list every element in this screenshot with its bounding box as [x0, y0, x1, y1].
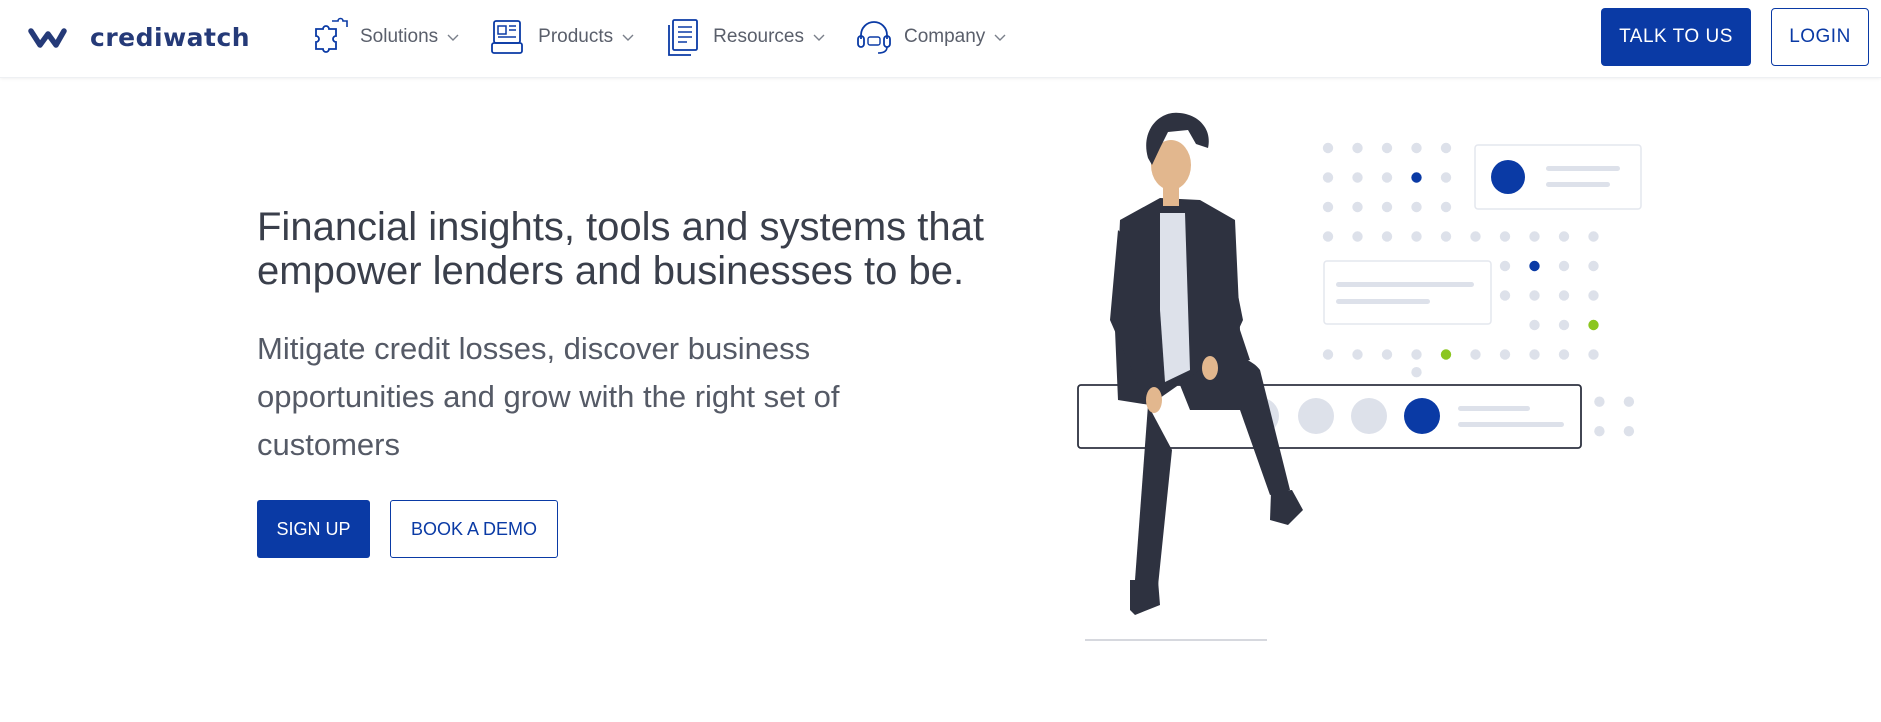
hero-illustration	[1077, 112, 1642, 641]
grid-dot	[1381, 172, 1393, 183]
grid-dot	[1322, 142, 1334, 154]
grid-dot	[1411, 231, 1422, 242]
headset-icon	[857, 21, 891, 54]
grid-dot	[1411, 142, 1422, 154]
nav-item-products[interactable]: Products	[488, 16, 635, 58]
grid-dot	[1381, 142, 1393, 154]
grid-dot	[1623, 426, 1635, 437]
login-button[interactable]: LOGIN	[1771, 8, 1869, 66]
brand-logo[interactable]: crediwatch	[28, 22, 250, 52]
nav-label: Resources	[713, 26, 804, 47]
grid-dot	[1381, 231, 1393, 242]
chevron-down-icon	[622, 34, 634, 41]
grid-dot	[1588, 231, 1599, 242]
grid-dot	[1499, 231, 1511, 242]
nav-item-resources[interactable]: Resources	[663, 16, 826, 58]
top-navbar: crediwatch Solutions Products Resources …	[0, 0, 1881, 78]
grid-dot	[1470, 231, 1481, 242]
main-nav: Solutions Products Resources Company	[310, 16, 1035, 58]
grid-dot	[1352, 172, 1363, 183]
nav-item-solutions[interactable]: Solutions	[310, 16, 460, 58]
grid-dot	[1588, 319, 1599, 331]
grid-dot	[1558, 290, 1570, 301]
grid-dot	[1529, 319, 1540, 331]
hero-title: Financial insights, tools and systems th…	[257, 205, 985, 293]
nav-label: Company	[903, 26, 986, 47]
nav-label: Products	[538, 26, 614, 47]
grid-dot	[1594, 426, 1605, 437]
grid-dot	[1440, 201, 1452, 213]
grid-dot	[1588, 290, 1599, 301]
grid-dot	[1411, 172, 1422, 183]
products-icon	[491, 20, 524, 54]
grid-dot	[1440, 231, 1452, 242]
grid-dot	[1411, 367, 1422, 378]
person-figure	[1110, 112, 1303, 615]
document-icon	[668, 19, 699, 56]
grid-dot	[1558, 349, 1570, 360]
grid-dot	[1322, 201, 1334, 213]
grid-dot	[1499, 349, 1511, 360]
grid-dot	[1499, 290, 1511, 301]
grid-dot	[1558, 319, 1570, 331]
grid-dot	[1529, 349, 1540, 360]
grid-dot	[1470, 349, 1481, 360]
grid-dot	[1588, 349, 1599, 360]
crediwatch-logo-mark-icon	[28, 28, 67, 48]
grid-dot	[1623, 396, 1635, 407]
grid-dot	[1322, 172, 1334, 183]
chevron-down-icon	[447, 34, 459, 41]
sign-up-button[interactable]: SIGN UP	[257, 500, 370, 558]
grid-dot	[1529, 290, 1540, 301]
grid-dot	[1352, 231, 1363, 242]
grid-dot	[1352, 201, 1363, 213]
grid-dot	[1588, 260, 1599, 272]
info-card	[1323, 260, 1492, 325]
hero-subtitle: Mitigate credit losses, discover busines…	[257, 331, 840, 462]
brand-name: crediwatch	[90, 22, 251, 52]
profile-card	[1474, 144, 1642, 210]
grid-dot	[1322, 349, 1334, 360]
chevron-down-icon	[813, 34, 825, 41]
grid-dot	[1381, 201, 1393, 213]
grid-dot	[1529, 231, 1540, 242]
grid-dot	[1440, 142, 1452, 154]
grid-dot	[1352, 349, 1363, 360]
nav-item-company[interactable]: Company	[854, 16, 1007, 58]
grid-dot	[1440, 349, 1452, 360]
grid-dot	[1411, 201, 1422, 213]
grid-dot	[1558, 231, 1570, 242]
grid-dot	[1440, 172, 1452, 183]
grid-dot	[1558, 260, 1570, 272]
grid-dot	[1499, 260, 1511, 272]
nav-label: Solutions	[360, 26, 439, 47]
grid-dot	[1381, 349, 1393, 360]
talk-to-us-button[interactable]: TALK TO US	[1601, 8, 1751, 66]
grid-dot	[1529, 260, 1540, 272]
grid-dot	[1411, 349, 1422, 360]
book-demo-button[interactable]: BOOK A DEMO	[390, 500, 558, 558]
grid-dot	[1594, 396, 1605, 407]
grid-dot	[1352, 142, 1363, 154]
puzzle-icon	[315, 17, 348, 53]
chevron-down-icon	[994, 34, 1006, 41]
grid-dot	[1322, 231, 1334, 242]
